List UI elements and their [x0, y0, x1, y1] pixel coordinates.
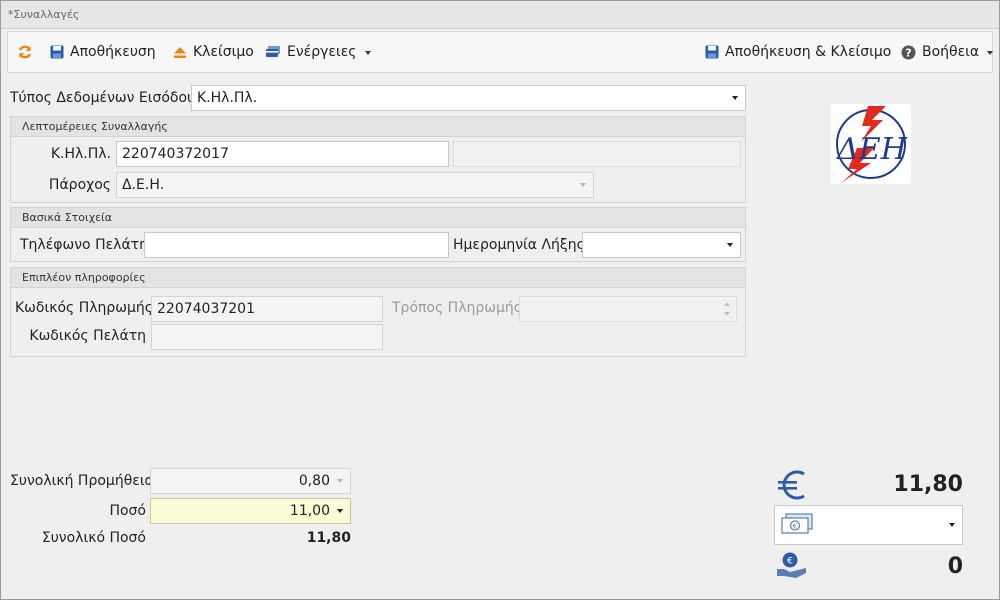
- expiry-date-label: Ημερομηνία Λήξης: [453, 237, 585, 253]
- amount-input[interactable]: 11,00: [150, 498, 351, 524]
- close-label: Κλείσιμο: [193, 44, 254, 60]
- amount-label: Ποσό: [109, 503, 146, 519]
- amount-value: 11,00: [289, 503, 330, 519]
- total-amount-value: 11,80: [306, 530, 351, 546]
- customer-code-input[interactable]: [151, 324, 383, 350]
- logo-text: ΔΕΗ: [836, 132, 908, 167]
- payment-code-input[interactable]: 22074037201: [151, 296, 383, 322]
- expiry-date-picker[interactable]: [582, 232, 741, 258]
- svg-text:€: €: [787, 557, 793, 567]
- dei-logo: ΔΕΗ: [831, 104, 911, 184]
- extra-info-header: Επιπλέον πληροφορίες: [11, 268, 745, 288]
- actions-label: Ενέργειες: [287, 44, 357, 60]
- floppy-disk-icon: [50, 45, 64, 59]
- save-label: Αποθήκευση: [70, 44, 156, 60]
- code-input[interactable]: 220740372017: [116, 141, 449, 167]
- chevron-down-icon: [580, 183, 586, 187]
- provider-label: Πάροχος: [48, 177, 111, 193]
- customer-code-label: Κωδικός Πελάτη: [29, 328, 146, 344]
- eject-icon: [174, 47, 186, 58]
- title-bar: *Συναλλαγές: [1, 1, 999, 29]
- svg-text:?: ?: [905, 46, 911, 59]
- phone-label: Τηλέφωνο Πελάτη: [20, 237, 148, 253]
- help-label: Βοήθεια: [922, 44, 980, 60]
- cards-icon: [266, 46, 280, 57]
- payment-code-label: Κωδικός Πληρωμής: [15, 300, 153, 316]
- chevron-down-icon: [364, 51, 371, 55]
- refresh-icon: [18, 45, 32, 59]
- provider-value: Δ.Ε.Η.: [122, 177, 165, 193]
- commission-input: 0,80: [150, 468, 351, 494]
- basic-info-header: Βασικά Στοιχεία: [11, 208, 745, 228]
- input-type-value: Κ.Ηλ.Πλ.: [197, 90, 258, 106]
- code-extra-input: [453, 141, 741, 167]
- code-value: 220740372017: [122, 146, 229, 162]
- spinner-arrows-icon: [724, 302, 730, 316]
- code-label: Κ.Ηλ.Πλ.: [50, 146, 111, 162]
- help-menu-button[interactable]: ? Βοήθεια: [901, 32, 994, 72]
- change-amount: 0: [947, 554, 963, 579]
- input-type-label: Τύπος Δεδομένων Εισόδου: [10, 90, 196, 106]
- total-amount-label: Συνολικό Ποσό: [41, 530, 146, 546]
- refresh-button[interactable]: [17, 32, 33, 72]
- payment-type-select[interactable]: €: [774, 505, 963, 545]
- chevron-down-icon: [949, 523, 955, 527]
- svg-text:€: €: [793, 522, 797, 530]
- chevron-down-icon: [337, 509, 343, 513]
- floppy-disk-icon: [705, 45, 719, 59]
- close-button[interactable]: Κλείσιμο: [173, 32, 254, 72]
- coin-hand-icon: €: [777, 552, 806, 578]
- chevron-down-icon: [337, 479, 343, 483]
- chevron-down-icon: [732, 96, 738, 100]
- payment-method-spinner: [519, 296, 737, 322]
- euro-amount: 11,80: [893, 472, 963, 497]
- commission-label: Συνολική Προμήθεια: [10, 473, 154, 489]
- transaction-details-header: Λεπτομέρειες Συναλλαγής: [11, 117, 745, 137]
- actions-menu-button[interactable]: Ενέργειες: [265, 32, 371, 72]
- input-type-select[interactable]: Κ.Ηλ.Πλ.: [191, 85, 746, 111]
- provider-select[interactable]: Δ.Ε.Η.: [116, 172, 594, 198]
- help-icon: ?: [901, 45, 916, 59]
- save-button[interactable]: Αποθήκευση: [50, 32, 156, 72]
- payment-code-value: 22074037201: [157, 301, 255, 317]
- window-title: *Συναλλαγές: [8, 8, 80, 21]
- chevron-down-icon: [727, 243, 733, 247]
- banknote-icon: €: [781, 513, 813, 534]
- save-close-label: Αποθήκευση & Κλείσιμο: [725, 44, 892, 60]
- chevron-down-icon: [987, 51, 994, 55]
- commission-value: 0,80: [298, 473, 330, 489]
- save-and-close-button[interactable]: Αποθήκευση & Κλείσιμο: [705, 32, 891, 72]
- transactions-window: *Συναλλαγές Αποθήκευση Κλείσιμο Ενέργειε…: [0, 0, 1000, 600]
- dei-logo-icon: ΔΕΗ: [836, 106, 908, 183]
- phone-input[interactable]: [144, 232, 449, 258]
- payment-method-label: Τρόπος Πληρωμής: [392, 300, 522, 316]
- toolbar: Αποθήκευση Κλείσιμο Ενέργειες Αποθήκευση…: [7, 31, 994, 73]
- euro-icon: [778, 470, 805, 500]
